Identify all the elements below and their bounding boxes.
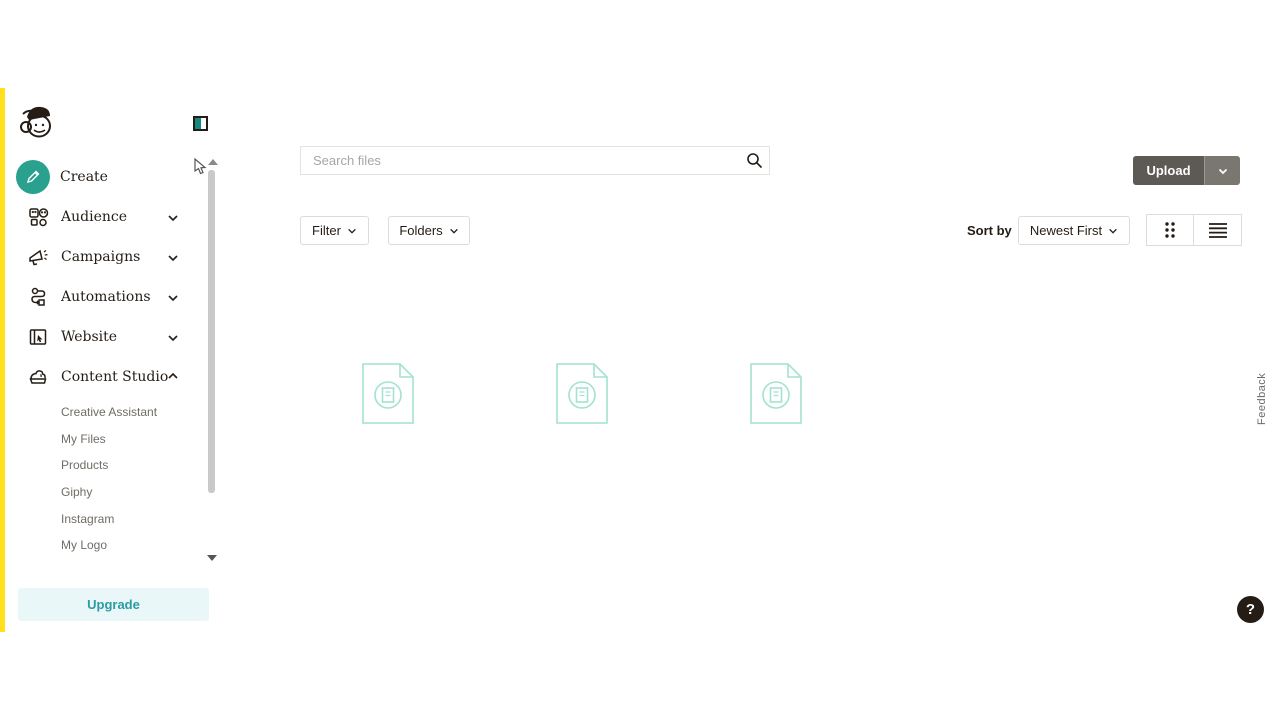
sidebar-item-campaigns[interactable]: Campaigns bbox=[5, 237, 205, 277]
sidebar-subitem-my-files[interactable]: My Files bbox=[61, 432, 106, 446]
folders-label: Folders bbox=[399, 223, 442, 238]
upload-dropdown-button[interactable] bbox=[1204, 156, 1240, 185]
sidebar-item-label: Campaigns bbox=[61, 249, 140, 265]
mailchimp-freddie-logo[interactable] bbox=[17, 102, 57, 144]
chevron-down-icon bbox=[347, 226, 357, 236]
chevron-down-icon bbox=[1108, 226, 1118, 236]
folders-button[interactable]: Folders bbox=[388, 216, 470, 245]
search-input[interactable] bbox=[301, 153, 739, 168]
chevron-down-icon bbox=[449, 226, 459, 236]
chevron-down-icon bbox=[167, 331, 179, 343]
filter-label: Filter bbox=[312, 223, 341, 238]
sidebar-item-audience[interactable]: Audience bbox=[5, 197, 205, 237]
sidebar-subitem-creative-assistant[interactable]: Creative Assistant bbox=[61, 405, 157, 419]
megaphone-icon bbox=[26, 245, 50, 269]
list-view-icon[interactable] bbox=[1194, 214, 1242, 246]
feedback-tab[interactable]: Feedback bbox=[1256, 355, 1268, 425]
mouse-cursor bbox=[194, 158, 208, 181]
filter-button[interactable]: Filter bbox=[300, 216, 369, 245]
sidebar-item-label: Content Studio bbox=[61, 369, 168, 385]
app-root: Create Audience bbox=[0, 0, 1280, 720]
sidebar-item-content-studio[interactable]: Content Studio bbox=[5, 357, 205, 397]
view-toggle-group bbox=[1146, 214, 1242, 246]
sidebar-scrollbar-thumb[interactable] bbox=[208, 170, 215, 493]
chevron-down-icon bbox=[1217, 165, 1229, 177]
upgrade-button[interactable]: Upgrade bbox=[18, 588, 209, 621]
automations-flow-icon bbox=[26, 285, 50, 309]
sidebar-scroll-down-icon[interactable] bbox=[207, 555, 217, 561]
file-placeholder-icon bbox=[362, 363, 414, 424]
pencil-icon bbox=[16, 160, 50, 194]
sidebar-item-automations[interactable]: Automations bbox=[5, 277, 205, 317]
sidebar-toggle-fill bbox=[195, 118, 201, 129]
search-bar bbox=[300, 146, 770, 175]
chevron-down-icon bbox=[167, 291, 179, 303]
sidebar-item-label: Create bbox=[60, 169, 108, 185]
sort-dropdown[interactable]: Newest First bbox=[1018, 216, 1130, 245]
sidebar-item-label: Audience bbox=[61, 209, 127, 225]
sort-value: Newest First bbox=[1030, 223, 1102, 238]
sidebar: Create Audience bbox=[5, 88, 220, 632]
chevron-up-icon bbox=[167, 371, 179, 383]
sidebar-subitem-instagram[interactable]: Instagram bbox=[61, 512, 114, 526]
sidebar-item-label: Automations bbox=[61, 289, 151, 305]
sidebar-item-create[interactable]: Create bbox=[5, 157, 205, 197]
audience-icon bbox=[26, 205, 50, 229]
sidebar-subitem-products[interactable]: Products bbox=[61, 458, 108, 472]
file-placeholder-icon bbox=[750, 363, 802, 424]
upload-button[interactable]: Upload bbox=[1133, 156, 1204, 185]
chevron-down-icon bbox=[167, 251, 179, 263]
search-icon[interactable] bbox=[739, 152, 769, 169]
sidebar-scroll-up-icon[interactable] bbox=[208, 159, 218, 165]
sidebar-subitem-my-logo[interactable]: My Logo bbox=[61, 538, 107, 552]
sidebar-subitem-giphy[interactable]: Giphy bbox=[61, 485, 92, 499]
help-button[interactable]: ? bbox=[1237, 596, 1264, 623]
upload-split-button: Upload bbox=[1133, 156, 1240, 185]
sidebar-item-label: Website bbox=[61, 329, 117, 345]
sidebar-item-website[interactable]: Website bbox=[5, 317, 205, 357]
content-studio-icon bbox=[26, 365, 50, 389]
file-placeholder-icon bbox=[556, 363, 608, 424]
sidebar-toggle-icon[interactable] bbox=[193, 116, 208, 131]
grid-view-icon[interactable] bbox=[1146, 214, 1194, 246]
website-browser-icon bbox=[26, 325, 50, 349]
chevron-down-icon bbox=[167, 211, 179, 223]
sort-by-label: Sort by bbox=[967, 216, 1012, 245]
